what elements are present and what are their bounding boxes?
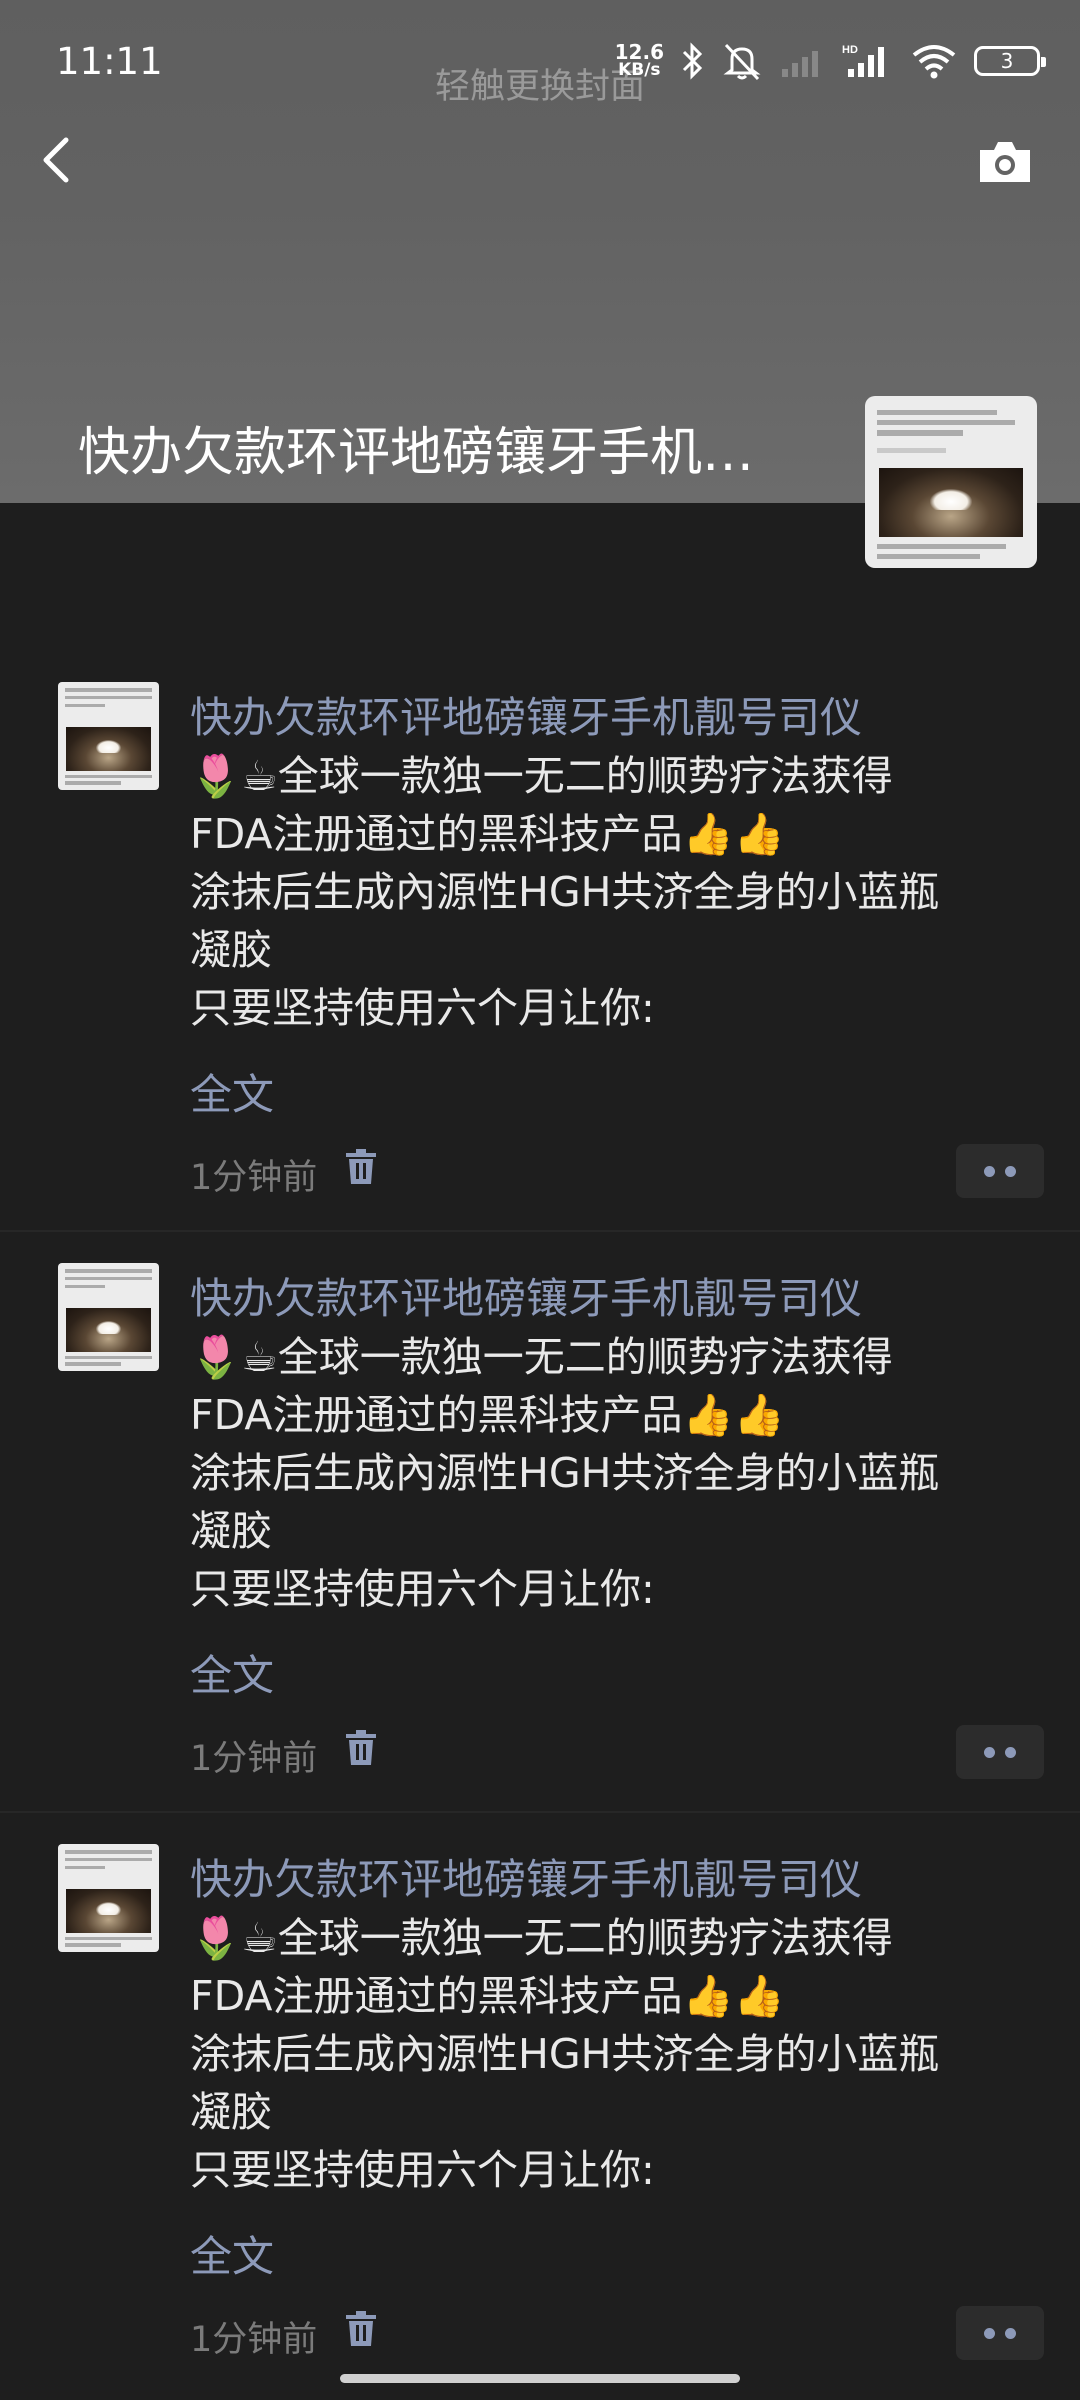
post-line: 🌷☕全球一款独一无二的顺势疗法获得 <box>190 1914 893 1962</box>
moments-page: 轻触更换封面 11:11 12.6 KB/s HD 3 快办欠款环评地磅镶牙手机… <box>0 0 1080 2400</box>
expand-full-text-link[interactable]: 全文 <box>190 2223 274 2284</box>
post-content[interactable]: 🌷☕全球一款独一无二的顺势疗法获得 FDA注册通过的黑科技产品👍👍 涂抹后生成內… <box>190 1328 1050 1618</box>
post-line: 只要坚持使用六个月让你: <box>190 2146 655 2194</box>
camera-icon <box>980 142 1030 182</box>
post-line: FDA注册通过的黑科技产品👍👍 <box>190 1391 785 1439</box>
dot-icon <box>1005 2327 1016 2339</box>
expand-full-text-link[interactable]: 全文 <box>190 1061 274 1122</box>
post-author[interactable]: 快办欠款环评地磅镶牙手机靓号司仪 <box>190 1846 862 1907</box>
post-line: FDA注册通过的黑科技产品👍👍 <box>190 810 785 858</box>
delete-button[interactable] <box>344 1148 378 1186</box>
mute-bell-icon <box>720 41 764 81</box>
post-author[interactable]: 快办欠款环评地磅镶牙手机靓号司仪 <box>190 1265 862 1326</box>
post-line: 🌷☕全球一款独一无二的顺势疗法获得 <box>190 752 893 800</box>
profile-avatar[interactable] <box>865 396 1037 568</box>
post-line: FDA注册通过的黑科技产品👍👍 <box>190 1972 785 2020</box>
bluetooth-icon <box>680 41 704 81</box>
signal-empty-icon <box>780 41 826 81</box>
status-icons: 12.6 KB/s HD 3 <box>614 36 1046 86</box>
post-avatar[interactable] <box>58 682 159 790</box>
post-time: 1分钟前 <box>190 1158 318 1198</box>
dot-icon <box>1005 1746 1016 1758</box>
dot-icon <box>984 2327 995 2339</box>
signal-hd-icon: HD <box>842 41 894 81</box>
post-time: 1分钟前 <box>190 1739 318 1779</box>
post-item: 快办欠款环评地磅镶牙手机靓号司仪 🌷☕全球一款独一无二的顺势疗法获得 FDA注册… <box>0 1231 1080 1811</box>
svg-text:HD: HD <box>842 44 858 56</box>
network-speed: 12.6 KB/s <box>614 40 664 80</box>
post-avatar[interactable] <box>58 1263 159 1371</box>
wifi-icon <box>910 41 958 81</box>
post-line: 🌷☕全球一款独一无二的顺势疗法获得 <box>190 1333 893 1381</box>
network-speed-unit: KB/s <box>618 60 661 80</box>
more-actions-button[interactable] <box>956 1144 1044 1198</box>
post-line: 凝胶 <box>190 2088 272 2136</box>
dot-icon <box>984 1165 995 1177</box>
dot-icon <box>984 1746 995 1758</box>
post-line: 凝胶 <box>190 1507 272 1555</box>
post-time: 1分钟前 <box>190 2320 318 2360</box>
post-content[interactable]: 🌷☕全球一款独一无二的顺势疗法获得 FDA注册通过的黑科技产品👍👍 涂抹后生成內… <box>190 1909 1050 2199</box>
post-author[interactable]: 快办欠款环评地磅镶牙手机靓号司仪 <box>190 684 862 745</box>
post-line: 涂抹后生成內源性HGH共济全身的小蓝瓶 <box>190 2030 940 2078</box>
post-line: 只要坚持使用六个月让你: <box>190 1565 655 1613</box>
delete-button[interactable] <box>344 2310 378 2348</box>
trash-icon <box>346 1730 376 1765</box>
dot-icon <box>1005 1165 1016 1177</box>
post-content[interactable]: 🌷☕全球一款独一无二的顺势疗法获得 FDA注册通过的黑科技产品👍👍 涂抹后生成內… <box>190 747 1050 1037</box>
trash-icon <box>346 1149 376 1184</box>
post-line: 凝胶 <box>190 926 272 974</box>
trash-icon <box>346 2311 376 2346</box>
back-button[interactable] <box>34 130 78 190</box>
network-speed-value: 12.6 <box>614 40 664 64</box>
chevron-left-icon <box>43 137 69 183</box>
camera-button[interactable] <box>976 138 1034 186</box>
post-line: 涂抹后生成內源性HGH共济全身的小蓝瓶 <box>190 868 940 916</box>
more-actions-button[interactable] <box>956 1725 1044 1779</box>
post-item: 快办欠款环评地磅镶牙手机靓号司仪 🌷☕全球一款独一无二的顺势疗法获得 FDA注册… <box>0 650 1080 1230</box>
home-indicator[interactable] <box>340 2374 740 2383</box>
post-avatar[interactable] <box>58 1844 159 1952</box>
post-line: 涂抹后生成內源性HGH共济全身的小蓝瓶 <box>190 1449 940 1497</box>
status-time: 11:11 <box>56 40 163 83</box>
post-item: 快办欠款环评地磅镶牙手机靓号司仪 🌷☕全球一款独一无二的顺势疗法获得 FDA注册… <box>0 1812 1080 2392</box>
battery-icon: 3 <box>974 46 1046 76</box>
profile-name: 快办欠款环评地磅镶牙手机… <box>78 423 755 483</box>
post-line: 只要坚持使用六个月让你: <box>190 984 655 1032</box>
delete-button[interactable] <box>344 1729 378 1767</box>
expand-full-text-link[interactable]: 全文 <box>190 1642 274 1703</box>
more-actions-button[interactable] <box>956 2306 1044 2360</box>
